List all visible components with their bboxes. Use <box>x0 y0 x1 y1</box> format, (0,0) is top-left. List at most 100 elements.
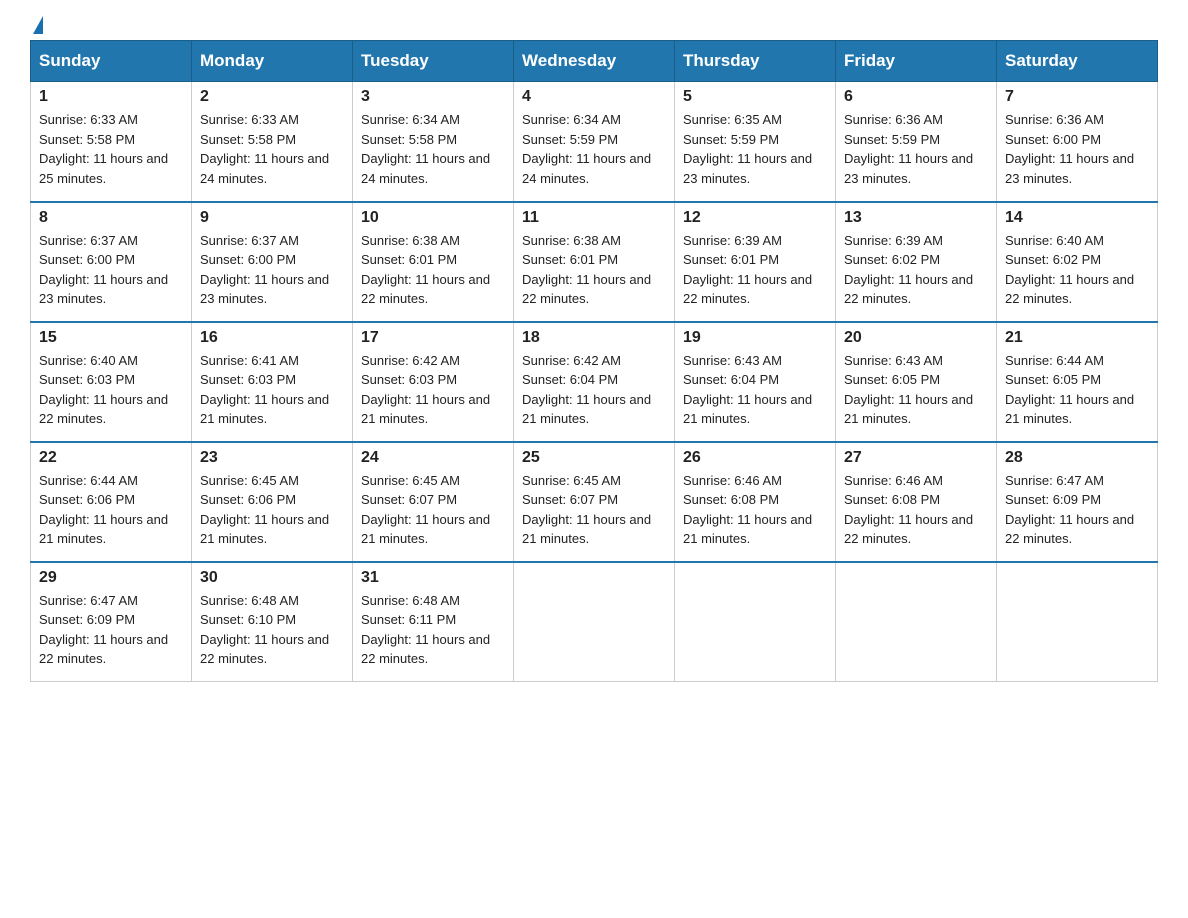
day-number: 31 <box>361 569 505 587</box>
day-number: 4 <box>522 88 666 106</box>
day-info: Sunrise: 6:37 AM Sunset: 6:00 PM Dayligh… <box>39 231 183 309</box>
day-number: 7 <box>1005 88 1149 106</box>
calendar-cell: 2 Sunrise: 6:33 AM Sunset: 5:58 PM Dayli… <box>192 82 353 202</box>
calendar-week-row-4: 22 Sunrise: 6:44 AM Sunset: 6:06 PM Dayl… <box>31 442 1158 562</box>
calendar-cell: 19 Sunrise: 6:43 AM Sunset: 6:04 PM Dayl… <box>675 322 836 442</box>
calendar-cell: 23 Sunrise: 6:45 AM Sunset: 6:06 PM Dayl… <box>192 442 353 562</box>
day-info: Sunrise: 6:45 AM Sunset: 6:06 PM Dayligh… <box>200 471 344 549</box>
day-number: 1 <box>39 88 183 106</box>
calendar-header-thursday: Thursday <box>675 41 836 82</box>
day-info: Sunrise: 6:47 AM Sunset: 6:09 PM Dayligh… <box>39 591 183 669</box>
page-header <box>30 20 1158 30</box>
calendar-cell <box>997 562 1158 682</box>
calendar-cell: 15 Sunrise: 6:40 AM Sunset: 6:03 PM Dayl… <box>31 322 192 442</box>
calendar-week-row-5: 29 Sunrise: 6:47 AM Sunset: 6:09 PM Dayl… <box>31 562 1158 682</box>
day-number: 3 <box>361 88 505 106</box>
calendar-cell <box>836 562 997 682</box>
calendar-header-friday: Friday <box>836 41 997 82</box>
day-number: 2 <box>200 88 344 106</box>
calendar-cell <box>675 562 836 682</box>
calendar-cell: 9 Sunrise: 6:37 AM Sunset: 6:00 PM Dayli… <box>192 202 353 322</box>
calendar-header-row: SundayMondayTuesdayWednesdayThursdayFrid… <box>31 41 1158 82</box>
calendar-cell: 11 Sunrise: 6:38 AM Sunset: 6:01 PM Dayl… <box>514 202 675 322</box>
day-number: 22 <box>39 449 183 467</box>
calendar-table: SundayMondayTuesdayWednesdayThursdayFrid… <box>30 40 1158 682</box>
day-info: Sunrise: 6:40 AM Sunset: 6:02 PM Dayligh… <box>1005 231 1149 309</box>
day-info: Sunrise: 6:42 AM Sunset: 6:03 PM Dayligh… <box>361 351 505 429</box>
day-info: Sunrise: 6:44 AM Sunset: 6:06 PM Dayligh… <box>39 471 183 549</box>
day-number: 26 <box>683 449 827 467</box>
day-number: 11 <box>522 209 666 227</box>
day-number: 12 <box>683 209 827 227</box>
calendar-cell: 7 Sunrise: 6:36 AM Sunset: 6:00 PM Dayli… <box>997 82 1158 202</box>
day-info: Sunrise: 6:45 AM Sunset: 6:07 PM Dayligh… <box>361 471 505 549</box>
day-number: 25 <box>522 449 666 467</box>
day-info: Sunrise: 6:48 AM Sunset: 6:11 PM Dayligh… <box>361 591 505 669</box>
calendar-header-sunday: Sunday <box>31 41 192 82</box>
calendar-cell: 3 Sunrise: 6:34 AM Sunset: 5:58 PM Dayli… <box>353 82 514 202</box>
day-info: Sunrise: 6:45 AM Sunset: 6:07 PM Dayligh… <box>522 471 666 549</box>
logo-triangle-icon <box>33 16 43 34</box>
day-info: Sunrise: 6:39 AM Sunset: 6:01 PM Dayligh… <box>683 231 827 309</box>
calendar-cell: 5 Sunrise: 6:35 AM Sunset: 5:59 PM Dayli… <box>675 82 836 202</box>
calendar-header-saturday: Saturday <box>997 41 1158 82</box>
day-info: Sunrise: 6:44 AM Sunset: 6:05 PM Dayligh… <box>1005 351 1149 429</box>
day-number: 17 <box>361 329 505 347</box>
day-number: 28 <box>1005 449 1149 467</box>
calendar-cell: 14 Sunrise: 6:40 AM Sunset: 6:02 PM Dayl… <box>997 202 1158 322</box>
day-number: 30 <box>200 569 344 587</box>
calendar-header-tuesday: Tuesday <box>353 41 514 82</box>
day-number: 24 <box>361 449 505 467</box>
calendar-cell: 13 Sunrise: 6:39 AM Sunset: 6:02 PM Dayl… <box>836 202 997 322</box>
day-number: 18 <box>522 329 666 347</box>
calendar-cell <box>514 562 675 682</box>
day-info: Sunrise: 6:36 AM Sunset: 6:00 PM Dayligh… <box>1005 110 1149 188</box>
day-info: Sunrise: 6:43 AM Sunset: 6:04 PM Dayligh… <box>683 351 827 429</box>
day-info: Sunrise: 6:38 AM Sunset: 6:01 PM Dayligh… <box>361 231 505 309</box>
day-number: 16 <box>200 329 344 347</box>
day-info: Sunrise: 6:43 AM Sunset: 6:05 PM Dayligh… <box>844 351 988 429</box>
day-number: 14 <box>1005 209 1149 227</box>
calendar-cell: 29 Sunrise: 6:47 AM Sunset: 6:09 PM Dayl… <box>31 562 192 682</box>
day-info: Sunrise: 6:42 AM Sunset: 6:04 PM Dayligh… <box>522 351 666 429</box>
calendar-cell: 24 Sunrise: 6:45 AM Sunset: 6:07 PM Dayl… <box>353 442 514 562</box>
calendar-cell: 28 Sunrise: 6:47 AM Sunset: 6:09 PM Dayl… <box>997 442 1158 562</box>
day-number: 10 <box>361 209 505 227</box>
day-number: 6 <box>844 88 988 106</box>
day-info: Sunrise: 6:40 AM Sunset: 6:03 PM Dayligh… <box>39 351 183 429</box>
day-number: 23 <box>200 449 344 467</box>
calendar-week-row-3: 15 Sunrise: 6:40 AM Sunset: 6:03 PM Dayl… <box>31 322 1158 442</box>
day-info: Sunrise: 6:34 AM Sunset: 5:59 PM Dayligh… <box>522 110 666 188</box>
calendar-cell: 1 Sunrise: 6:33 AM Sunset: 5:58 PM Dayli… <box>31 82 192 202</box>
calendar-cell: 27 Sunrise: 6:46 AM Sunset: 6:08 PM Dayl… <box>836 442 997 562</box>
calendar-cell: 22 Sunrise: 6:44 AM Sunset: 6:06 PM Dayl… <box>31 442 192 562</box>
calendar-cell: 25 Sunrise: 6:45 AM Sunset: 6:07 PM Dayl… <box>514 442 675 562</box>
day-info: Sunrise: 6:46 AM Sunset: 6:08 PM Dayligh… <box>844 471 988 549</box>
calendar-cell: 18 Sunrise: 6:42 AM Sunset: 6:04 PM Dayl… <box>514 322 675 442</box>
day-number: 29 <box>39 569 183 587</box>
day-info: Sunrise: 6:47 AM Sunset: 6:09 PM Dayligh… <box>1005 471 1149 549</box>
calendar-cell: 31 Sunrise: 6:48 AM Sunset: 6:11 PM Dayl… <box>353 562 514 682</box>
calendar-cell: 26 Sunrise: 6:46 AM Sunset: 6:08 PM Dayl… <box>675 442 836 562</box>
day-number: 5 <box>683 88 827 106</box>
calendar-cell: 16 Sunrise: 6:41 AM Sunset: 6:03 PM Dayl… <box>192 322 353 442</box>
calendar-cell: 12 Sunrise: 6:39 AM Sunset: 6:01 PM Dayl… <box>675 202 836 322</box>
calendar-week-row-1: 1 Sunrise: 6:33 AM Sunset: 5:58 PM Dayli… <box>31 82 1158 202</box>
day-info: Sunrise: 6:37 AM Sunset: 6:00 PM Dayligh… <box>200 231 344 309</box>
calendar-cell: 4 Sunrise: 6:34 AM Sunset: 5:59 PM Dayli… <box>514 82 675 202</box>
calendar-cell: 6 Sunrise: 6:36 AM Sunset: 5:59 PM Dayli… <box>836 82 997 202</box>
calendar-header-wednesday: Wednesday <box>514 41 675 82</box>
calendar-cell: 10 Sunrise: 6:38 AM Sunset: 6:01 PM Dayl… <box>353 202 514 322</box>
day-info: Sunrise: 6:48 AM Sunset: 6:10 PM Dayligh… <box>200 591 344 669</box>
calendar-cell: 20 Sunrise: 6:43 AM Sunset: 6:05 PM Dayl… <box>836 322 997 442</box>
day-number: 15 <box>39 329 183 347</box>
day-number: 8 <box>39 209 183 227</box>
day-number: 27 <box>844 449 988 467</box>
day-info: Sunrise: 6:39 AM Sunset: 6:02 PM Dayligh… <box>844 231 988 309</box>
day-info: Sunrise: 6:33 AM Sunset: 5:58 PM Dayligh… <box>200 110 344 188</box>
day-info: Sunrise: 6:34 AM Sunset: 5:58 PM Dayligh… <box>361 110 505 188</box>
logo <box>30 20 43 30</box>
day-info: Sunrise: 6:46 AM Sunset: 6:08 PM Dayligh… <box>683 471 827 549</box>
calendar-cell: 21 Sunrise: 6:44 AM Sunset: 6:05 PM Dayl… <box>997 322 1158 442</box>
calendar-week-row-2: 8 Sunrise: 6:37 AM Sunset: 6:00 PM Dayli… <box>31 202 1158 322</box>
